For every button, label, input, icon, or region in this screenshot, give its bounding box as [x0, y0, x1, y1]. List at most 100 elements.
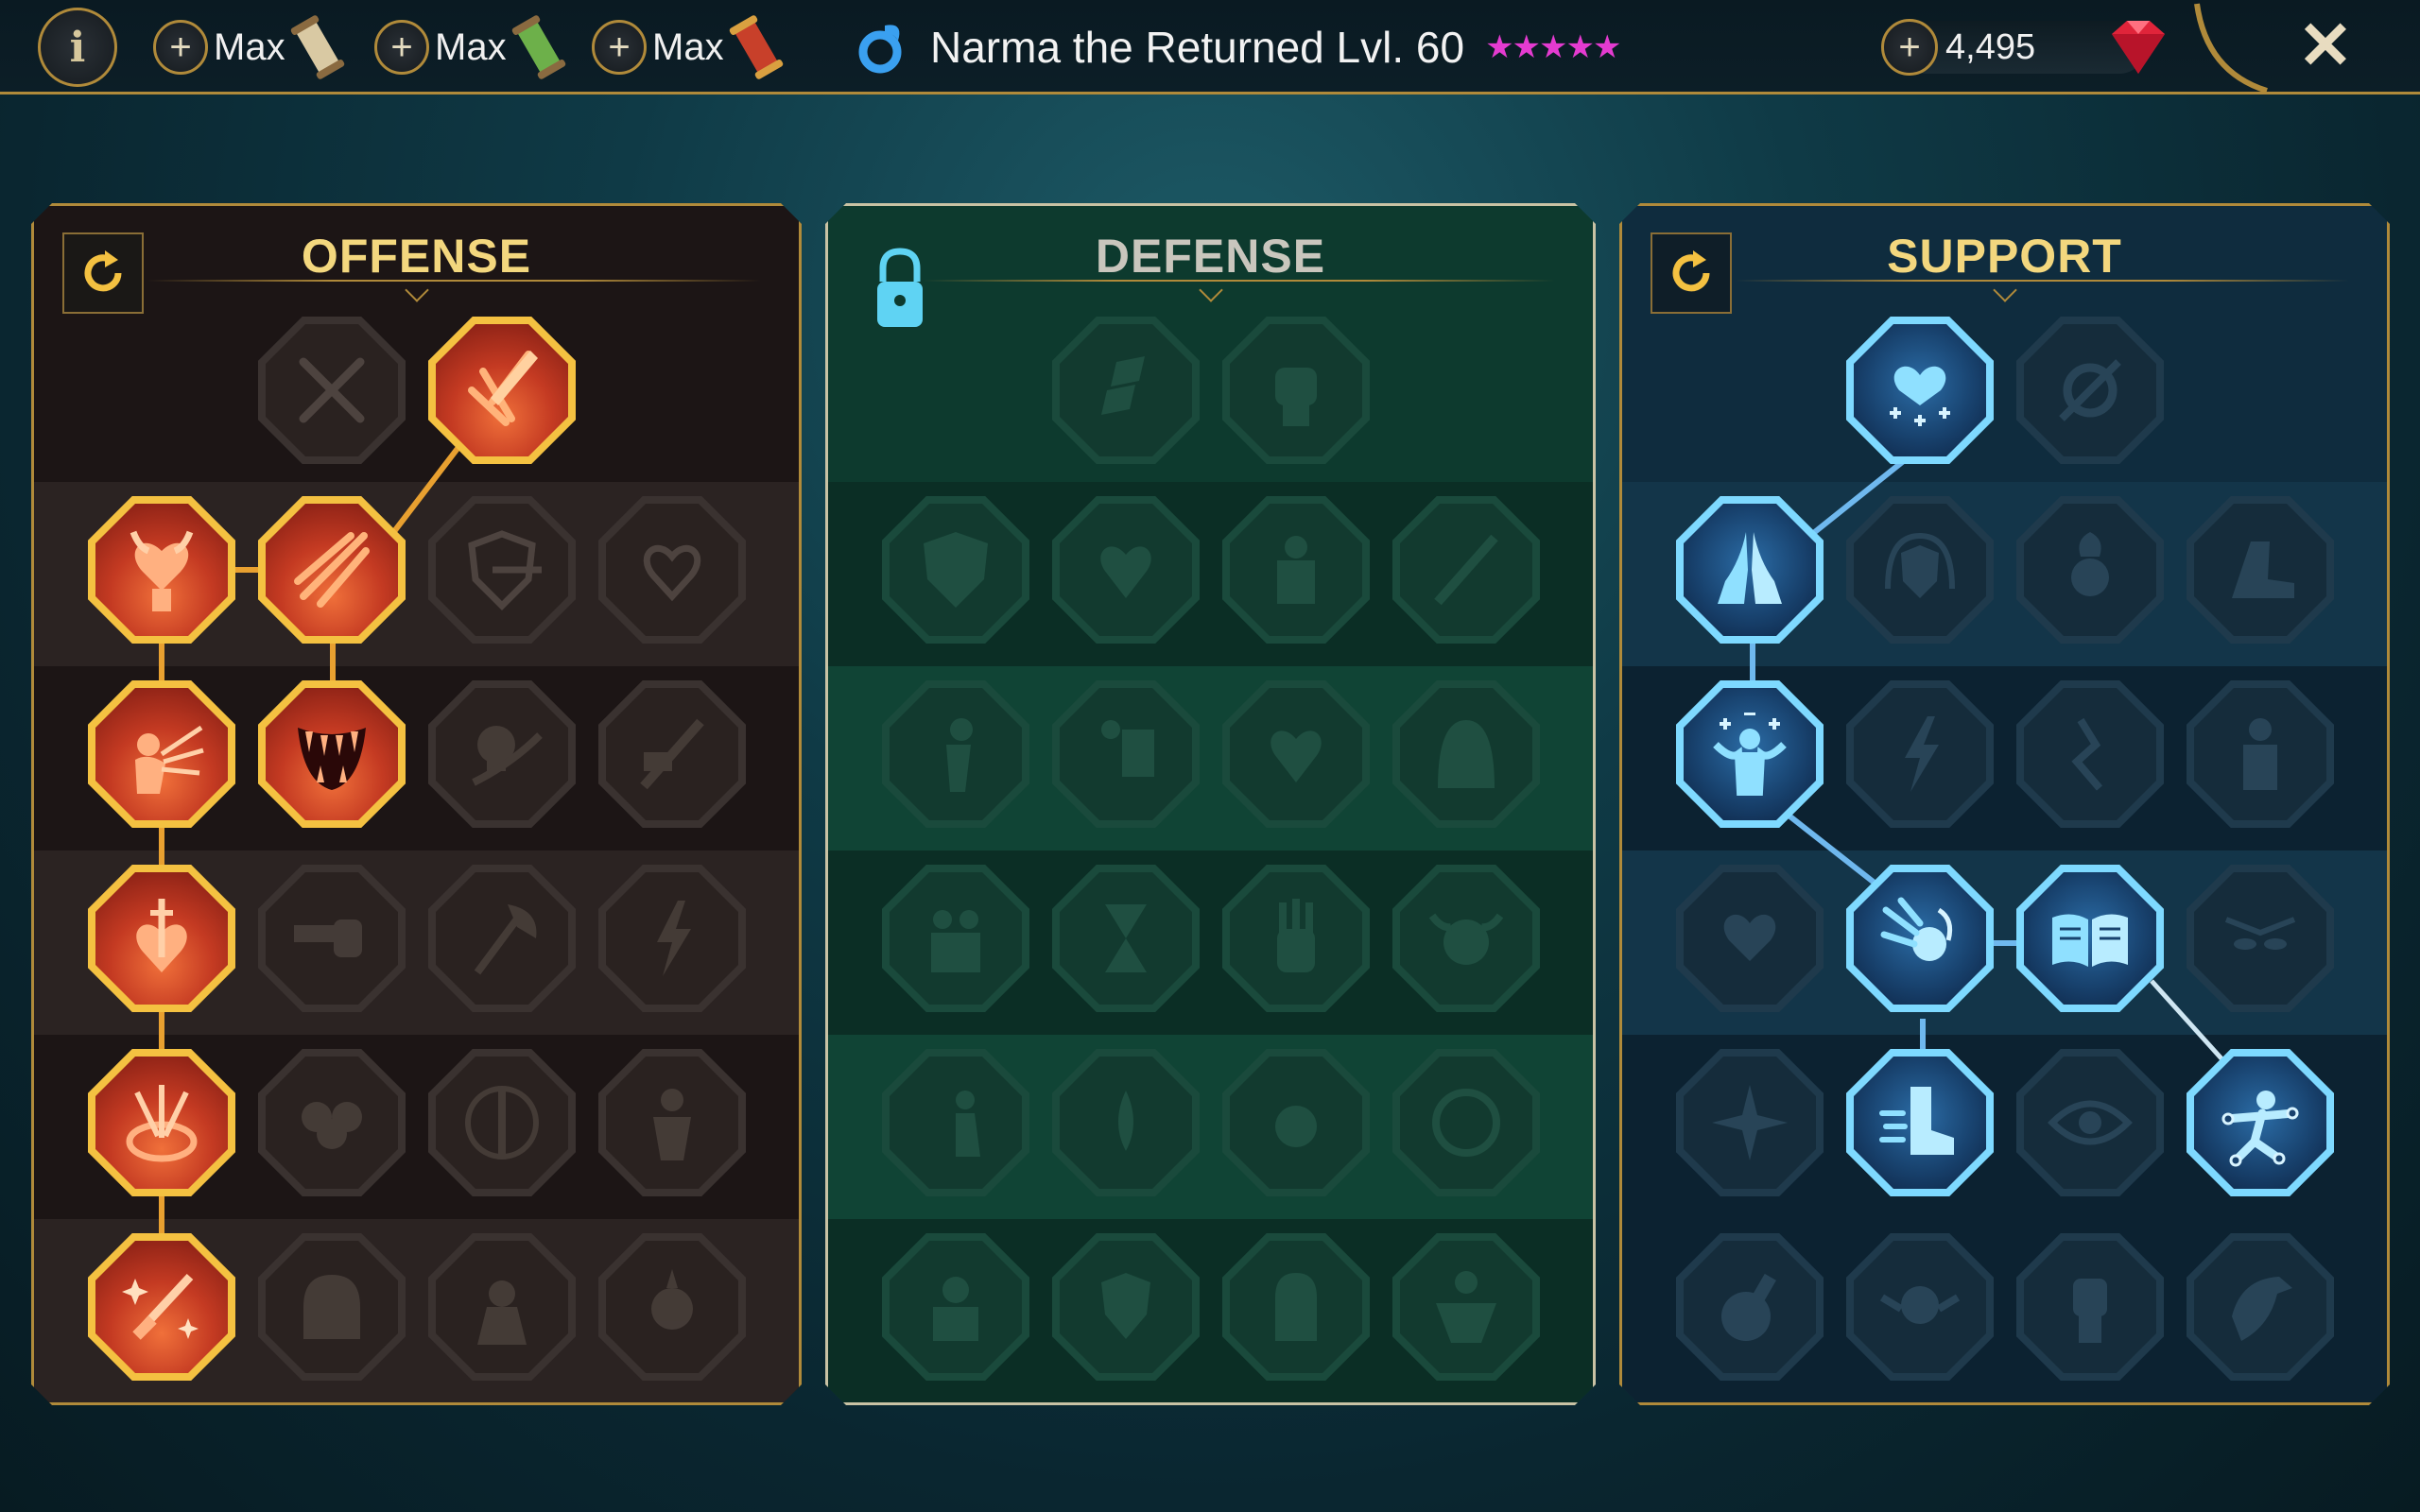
talent-blessing[interactable] [1676, 680, 1824, 828]
hero-title: Narma the Returned Lvl. 60 ★★★★★ [851, 11, 1621, 83]
talent-bleeding-heart[interactable] [598, 496, 746, 644]
info-button[interactable]: i [38, 8, 117, 87]
talent-drops[interactable] [1052, 1049, 1200, 1196]
comet-icon [1873, 891, 1967, 986]
plus-icon[interactable]: + [374, 20, 429, 75]
blessing-icon [1703, 707, 1797, 801]
arrow-barrage-icon [114, 707, 209, 801]
resource-label: Max [435, 26, 507, 68]
charge-icon [908, 1075, 1003, 1170]
talent-sparkling-blade[interactable] [88, 1233, 235, 1381]
talent-axe[interactable] [428, 865, 576, 1012]
star-rating: ★★★★★ [1485, 29, 1621, 65]
talent-titan[interactable] [1392, 1233, 1540, 1381]
hand-icon [1249, 891, 1343, 986]
parry-icon [1419, 523, 1513, 617]
talent-charge[interactable] [882, 1049, 1029, 1196]
swift-foot-icon [1873, 1075, 1967, 1170]
talent-hooded[interactable] [1392, 680, 1540, 828]
talent-berserker[interactable] [598, 1049, 746, 1196]
spear-slash-icon [285, 523, 379, 617]
talent-dodge[interactable] [882, 680, 1029, 828]
talent-dagger-grip[interactable] [598, 680, 746, 828]
gem-counter[interactable]: + 4,495 [1881, 11, 2184, 83]
talent-demon-heart[interactable] [88, 496, 235, 644]
vortex-icon [2043, 343, 2137, 438]
crack-icon [2043, 707, 2137, 801]
talent-bull[interactable] [1392, 865, 1540, 1012]
healing-heart-icon [1873, 343, 1967, 438]
gem-icon [2112, 21, 2165, 74]
resource-scroll[interactable]: + Max [153, 13, 346, 81]
talent-fanged-maw[interactable] [258, 680, 406, 828]
talent-shield-crest[interactable] [882, 496, 1029, 644]
talent-armor-plates[interactable] [1052, 317, 1200, 464]
compass-star-icon [1703, 1075, 1797, 1170]
talent-iron-fist[interactable] [1222, 317, 1370, 464]
eye-icon [2043, 1075, 2137, 1170]
decor-arc [2194, 3, 2268, 94]
talent-sword-aura[interactable] [428, 1049, 576, 1196]
talent-chain-lightning[interactable] [598, 865, 746, 1012]
horned-warrior-icon [455, 1260, 549, 1354]
close-button[interactable]: ✕ [2288, 8, 2363, 83]
talent-twin-skulls[interactable] [258, 1049, 406, 1196]
green-scroll-icon [511, 15, 565, 79]
guardian-icon [1079, 707, 1173, 801]
talent-spear-slash[interactable] [258, 496, 406, 644]
talent-pierced-heart[interactable] [88, 865, 235, 1012]
potion-icon [1703, 1260, 1797, 1354]
talent-open-hand[interactable] [1222, 865, 1370, 1012]
talent-death-heart[interactable] [1222, 680, 1370, 828]
plus-icon[interactable]: + [592, 20, 647, 75]
dagger-icon [625, 707, 719, 801]
talent-arrow-barrage[interactable] [88, 680, 235, 828]
talent-potion[interactable] [1676, 1233, 1824, 1381]
flame-skull-icon [2043, 523, 2137, 617]
talent-fist-hammer[interactable] [258, 865, 406, 1012]
talent-stone-body[interactable] [1222, 496, 1370, 644]
armor-plates-icon [1079, 343, 1173, 438]
praying-hands-icon [1703, 523, 1797, 617]
talent-spiked-skull[interactable] [598, 1233, 746, 1381]
talent-grip[interactable] [1392, 1049, 1540, 1196]
talent-stone-heart[interactable] [1052, 496, 1200, 644]
fist-icon [1249, 343, 1343, 438]
raised-fist-icon [2043, 1260, 2137, 1354]
grip-icon [1419, 1075, 1513, 1170]
talent-crowned-skull[interactable] [1222, 1049, 1370, 1196]
bull-icon [1419, 891, 1513, 986]
fanged-maw-icon [285, 707, 379, 801]
talent-praying-hands[interactable] [1676, 496, 1824, 644]
talent-hourglass[interactable] [1052, 865, 1200, 1012]
talent-helm[interactable] [258, 1233, 406, 1381]
resource-label: Max [652, 26, 724, 68]
talent-chained-heart[interactable] [1676, 865, 1824, 1012]
plus-icon[interactable]: + [153, 20, 208, 75]
demon-heart-icon [114, 523, 209, 617]
talent-compass-star[interactable] [1676, 1049, 1824, 1196]
talent-allies[interactable] [882, 865, 1029, 1012]
stone-body-icon [1249, 523, 1343, 617]
talent-eye-arrows[interactable] [88, 1049, 235, 1196]
talent-shield-break[interactable] [428, 496, 576, 644]
talent-reaper[interactable] [428, 680, 576, 828]
dodge-icon [908, 707, 1003, 801]
talent-guardian[interactable] [1052, 680, 1200, 828]
resource-red-scroll[interactable]: + Max [592, 13, 785, 81]
talent-horned-warrior[interactable] [428, 1233, 576, 1381]
talent-ghost[interactable] [1222, 1233, 1370, 1381]
shield-break-icon [455, 523, 549, 617]
helm-icon [285, 1260, 379, 1354]
resource-green-scroll[interactable]: + Max [374, 13, 567, 81]
gem-count: 4,495 [1945, 26, 2036, 67]
skull-icon [455, 707, 549, 801]
talent-parry[interactable] [1392, 496, 1540, 644]
warlord-icon [908, 1260, 1003, 1354]
plus-icon[interactable]: + [1881, 19, 1938, 76]
support-title: SUPPORT [1887, 230, 2122, 283]
talent-winged-shield[interactable] [1052, 1233, 1200, 1381]
talent-warlord[interactable] [882, 1233, 1029, 1381]
resource-label: Max [214, 26, 285, 68]
pierced-heart-icon [114, 891, 209, 986]
